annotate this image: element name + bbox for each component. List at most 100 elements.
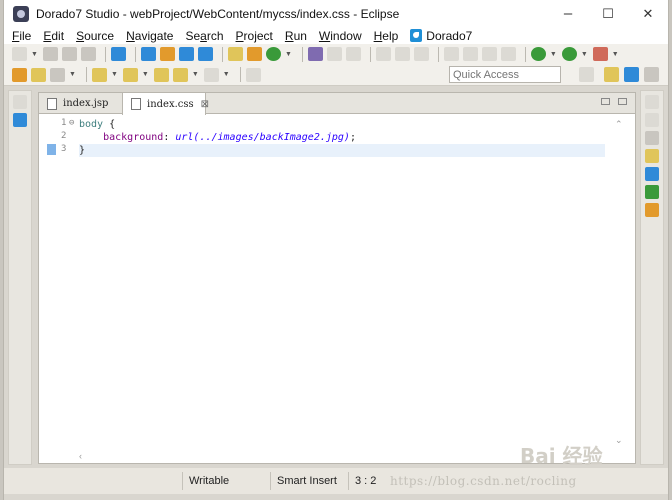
servers-icon[interactable] [645,149,659,163]
menu-file[interactable]: File [12,29,31,43]
menu-navigate-accel: N [126,28,135,43]
next-annotation-dropdown-arrow[interactable]: ▼ [111,71,118,78]
toolbar-separator [369,46,371,62]
menu-help[interactable]: Help [374,29,399,43]
brush-dropdown-arrow[interactable]: ▼ [69,71,76,78]
dorado-toolbar-icon[interactable] [110,47,126,61]
restore-icon[interactable] [645,95,659,109]
dorado-icon [410,29,423,42]
scroll-down-icon[interactable]: ⌄ [615,435,623,446]
last-edit-icon[interactable] [153,67,169,82]
menu-search-pre: Se [185,28,201,43]
save-all-icon[interactable] [61,47,77,61]
search-icon[interactable] [178,47,194,61]
run-server-dropdown-arrow[interactable]: ▼ [285,51,292,58]
new-icon[interactable] [12,47,27,61]
vertical-scrollbar[interactable]: ⌃ ⌄ [607,115,635,451]
next-annotation-icon[interactable] [91,67,107,82]
semicolon: ; [349,132,356,143]
open-type-icon[interactable] [159,47,175,61]
menu-navigate[interactable]: Navigate [126,29,173,43]
window-controls: – ☐ ✕ [548,0,668,27]
link-icon[interactable] [140,47,156,61]
menu-search[interactable]: Search [185,29,223,43]
dorado-perspective-icon[interactable] [624,67,639,82]
menu-edit-rest: dit [51,28,65,43]
forward-dropdown-arrow[interactable]: ▼ [223,71,230,78]
tab-close-icon[interactable]: ⊠ [201,99,209,110]
external-tools-dropdown-arrow[interactable]: ▼ [612,51,619,58]
new-dropdown-arrow[interactable]: ▼ [31,51,38,58]
console-icon[interactable] [197,47,213,61]
menu-run-rest: un [293,28,307,43]
external-tools-icon[interactable] [592,47,608,61]
tasks-icon[interactable] [645,203,659,217]
fold-icon[interactable]: ⊖ [69,118,74,128]
open-folder-icon[interactable] [227,47,243,61]
minimize-button[interactable]: – [548,0,588,27]
restore-icon[interactable] [13,95,27,109]
close-brace: } [79,145,86,156]
format-icon[interactable] [326,47,342,61]
menu-bar: File Edit Source Navigate Search Project… [4,27,668,44]
prev-annotation-icon[interactable] [122,67,138,82]
menu-project[interactable]: Project [236,29,273,43]
menu-dorado[interactable]: Dorado7 [410,29,472,43]
scroll-up-icon[interactable]: ⌃ [615,119,623,130]
comment-icon[interactable] [345,47,361,61]
maximize-editor-icon[interactable] [618,98,627,105]
menu-source-accel: S [76,28,85,43]
menu-source[interactable]: Source [76,29,114,43]
stop-icon [481,47,497,61]
outline-icon[interactable] [645,113,659,127]
run-dropdown-arrow[interactable]: ▼ [581,51,588,58]
debug-perspective-icon[interactable] [644,67,659,82]
menu-source-rest: ource [84,28,115,43]
maximize-button[interactable]: ☐ [588,0,628,27]
jsp-file-icon [47,97,57,110]
folder-icon[interactable] [31,67,46,82]
web-browser-icon[interactable] [246,47,262,61]
package-icon[interactable] [12,67,27,82]
css-property: background [103,132,164,143]
scroll-left-icon[interactable]: ‹ [79,451,82,461]
debug-icon[interactable] [530,47,546,61]
quick-access-input[interactable] [449,66,561,83]
menu-run[interactable]: Run [285,29,307,43]
console-view-icon[interactable] [645,167,659,181]
open-perspective-icon[interactable] [579,67,594,82]
print-icon[interactable] [80,47,96,61]
undo-icon[interactable] [375,47,391,61]
back-dropdown-arrow[interactable]: ▼ [192,71,199,78]
dorado-view-icon[interactable] [13,113,27,127]
pen-icon[interactable] [307,47,323,61]
redo-icon[interactable] [394,47,410,61]
pin-editor-icon[interactable] [245,67,261,82]
status-insert-mode[interactable]: Smart Insert [270,472,348,490]
menu-edit[interactable]: Edit [43,29,64,43]
brush-icon[interactable] [50,67,65,82]
gear-icon[interactable] [645,185,659,199]
close-button[interactable]: ✕ [628,0,668,27]
java-ee-perspective-icon[interactable] [604,67,619,82]
save-icon[interactable] [42,47,58,61]
menu-search-accel: a [200,28,207,43]
run-icon[interactable] [561,47,577,61]
properties-icon[interactable] [645,131,659,145]
toolbar-separator [104,46,106,62]
code-text-area[interactable]: body { background: url(../images/backIma… [79,115,605,445]
css-value: url(../images/backImage2.jpg) [175,132,350,143]
prev-annotation-dropdown-arrow[interactable]: ▼ [142,71,149,78]
tab-index-css[interactable]: index.css ⊠ [122,93,209,115]
csdn-watermark: https://blog.csdn.net/rocling [390,474,577,488]
run-server-icon[interactable] [265,47,281,61]
tab-index-jsp[interactable]: index.jsp [39,93,122,114]
current-line-marker [47,144,56,155]
back-icon[interactable] [172,67,188,82]
minimize-editor-icon[interactable] [601,98,610,105]
debug-dropdown-arrow[interactable]: ▼ [550,51,557,58]
forward-icon[interactable] [203,67,219,82]
window-title: Dorado7 Studio - webProject/WebContent/m… [36,6,400,21]
css-file-icon [131,98,141,110]
menu-window[interactable]: Window [319,29,362,43]
